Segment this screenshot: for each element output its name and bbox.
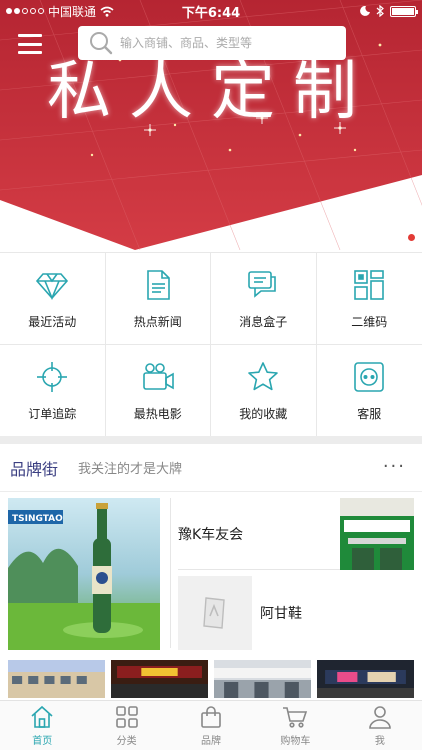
grid-item-hot-news[interactable]: 热点新闻 bbox=[105, 253, 211, 345]
moon-icon bbox=[360, 6, 370, 16]
tab-cart[interactable]: 购物车 bbox=[253, 701, 337, 750]
shop-item[interactable]: 豫K车友会 bbox=[178, 497, 414, 570]
brand-divider bbox=[170, 498, 171, 648]
tab-home[interactable]: 首页 bbox=[0, 701, 84, 750]
message-box-icon bbox=[248, 271, 277, 298]
cart-icon bbox=[283, 707, 308, 728]
tab-label: 分类 bbox=[116, 736, 137, 747]
grid-item-label: 二维码 bbox=[351, 315, 388, 329]
brand-thumbnail-row bbox=[8, 660, 414, 698]
grid-item-qrcode[interactable]: 二维码 bbox=[316, 253, 422, 345]
brand-thumbnail[interactable] bbox=[8, 660, 105, 698]
more-options-button[interactable]: ··· bbox=[383, 456, 406, 477]
home-icon bbox=[31, 705, 53, 728]
grid-item-favorites[interactable]: 我的收藏 bbox=[211, 345, 317, 437]
brand-thumbnail[interactable] bbox=[111, 660, 208, 698]
search-icon bbox=[90, 32, 113, 55]
tab-me[interactable]: 我 bbox=[338, 701, 422, 750]
qrcode-icon bbox=[354, 270, 385, 300]
brand-street-header: 品牌街 我关注的才是大牌 ··· bbox=[0, 444, 422, 492]
video-camera-icon bbox=[142, 363, 174, 390]
beer-ad-image: TSINGTAO bbox=[8, 498, 160, 650]
brand-thumbnail[interactable] bbox=[214, 660, 311, 698]
category-icon bbox=[115, 706, 138, 728]
tab-label: 品牌 bbox=[201, 736, 222, 747]
brand-thumbnail[interactable] bbox=[317, 660, 414, 698]
tab-brand[interactable]: 品牌 bbox=[169, 701, 253, 750]
document-icon bbox=[146, 270, 170, 300]
shop-item[interactable]: 阿甘鞋 bbox=[178, 576, 414, 650]
grid-item-recent-activity[interactable]: 最近活动 bbox=[0, 253, 106, 345]
customer-service-icon bbox=[354, 362, 385, 392]
shop-name: 豫K车友会 bbox=[178, 526, 244, 543]
menu-button[interactable] bbox=[18, 34, 42, 54]
crosshair-icon bbox=[37, 362, 68, 392]
grid-item-label: 最近活动 bbox=[28, 315, 77, 329]
shop-name: 阿甘鞋 bbox=[260, 606, 302, 622]
grid-item-label: 订单追踪 bbox=[28, 407, 77, 421]
tab-label: 首页 bbox=[32, 736, 53, 747]
tab-category[interactable]: 分类 bbox=[84, 701, 168, 750]
status-time: 下午6:44 bbox=[181, 5, 241, 21]
carrier-name: 中国联通 bbox=[48, 4, 97, 19]
bag-icon bbox=[201, 706, 221, 728]
storefront-thumbnail-image bbox=[214, 660, 311, 698]
brand-logo-text: TSINGTAO bbox=[12, 514, 63, 524]
storefront-thumbnail-image bbox=[317, 660, 414, 698]
grid-item-label: 消息盒子 bbox=[239, 315, 288, 329]
brand-street-subtitle: 我关注的才是大牌 bbox=[78, 462, 183, 477]
grid-item-order-tracking[interactable]: 订单追踪 bbox=[0, 345, 106, 437]
bottom-tab-bar: 首页 分类 品牌 购物车 我 bbox=[0, 700, 422, 750]
user-icon bbox=[369, 706, 391, 729]
bluetooth-icon bbox=[376, 5, 384, 17]
shop-image-placeholder bbox=[178, 576, 252, 650]
wifi-icon bbox=[100, 6, 114, 17]
star-icon bbox=[248, 362, 279, 391]
status-bar: 中国联通 下午6:44 bbox=[0, 0, 422, 22]
search-input[interactable] bbox=[120, 36, 340, 50]
grid-item-customer-service[interactable]: 客服 bbox=[316, 345, 422, 437]
section-separator bbox=[0, 436, 422, 444]
grid-item-message-box[interactable]: 消息盒子 bbox=[211, 253, 317, 345]
grid-item-label: 热点新闻 bbox=[133, 315, 182, 329]
image-placeholder-icon bbox=[203, 597, 225, 629]
grid-item-label: 最热电影 bbox=[133, 407, 182, 421]
featured-brand-image[interactable]: TSINGTAO bbox=[8, 498, 160, 650]
tab-label: 购物车 bbox=[280, 736, 311, 747]
battery-icon bbox=[390, 5, 418, 17]
brand-street-title: 品牌街 bbox=[10, 459, 59, 479]
grid-item-label: 客服 bbox=[357, 407, 382, 421]
grid-item-label: 我的收藏 bbox=[239, 407, 288, 421]
search-bar[interactable] bbox=[78, 26, 346, 60]
grid-item-hot-movies[interactable]: 最热电影 bbox=[105, 345, 211, 437]
carousel-page-indicator bbox=[408, 234, 415, 241]
storefront-thumbnail-image bbox=[111, 660, 208, 698]
shop-storefront-image bbox=[340, 497, 414, 570]
diamond-icon bbox=[36, 273, 69, 301]
feature-grid: 最近活动 热点新闻 消息盒子 二维码 订单追踪 最热电影 我的收藏 客服 bbox=[0, 252, 422, 437]
tab-label: 我 bbox=[374, 736, 385, 747]
signal-strength-icon bbox=[6, 8, 44, 14]
storefront-thumbnail-image bbox=[8, 660, 105, 698]
